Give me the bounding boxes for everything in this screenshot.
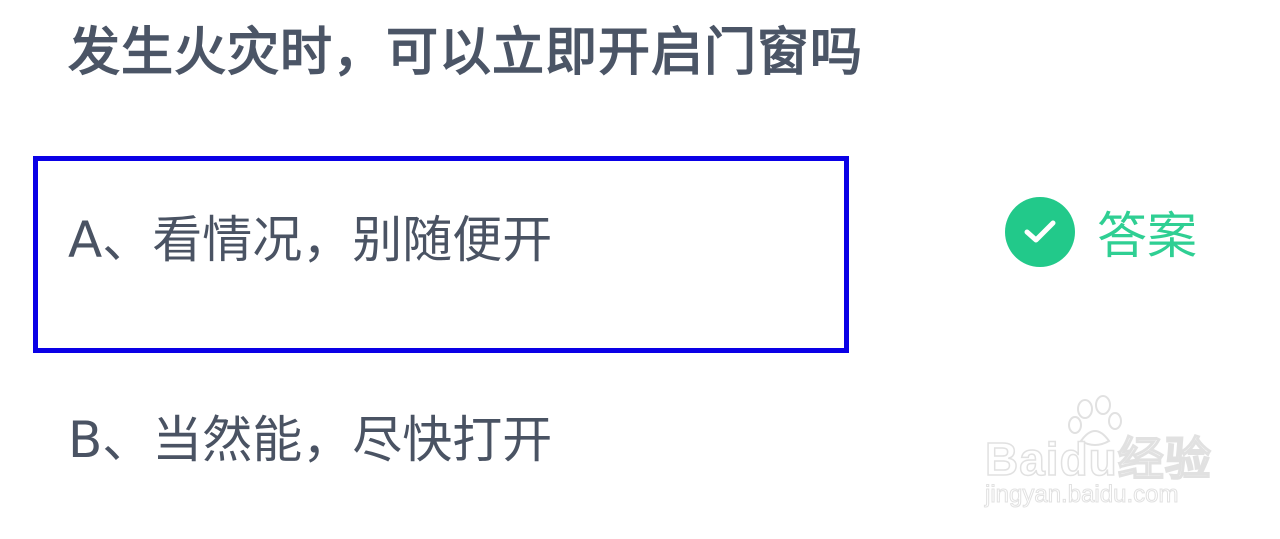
check-icon — [1005, 197, 1075, 267]
answer-indicator: 答案 — [1005, 196, 1197, 268]
answer-label: 答案 — [1097, 207, 1197, 265]
question-title: 发生火灾时，可以立即开启门窗吗 — [68, 23, 864, 83]
option-b[interactable]: B、当然能，尽快打开 — [68, 400, 552, 472]
baidu-watermark: Baidu经验 jingyan.baidu.com — [984, 395, 1215, 515]
option-a[interactable]: A、看情况，别随便开 — [68, 200, 552, 272]
watermark-url: jingyan.baidu.com — [984, 481, 1179, 509]
watermark-brand: Baidu经验 — [984, 432, 1212, 486]
